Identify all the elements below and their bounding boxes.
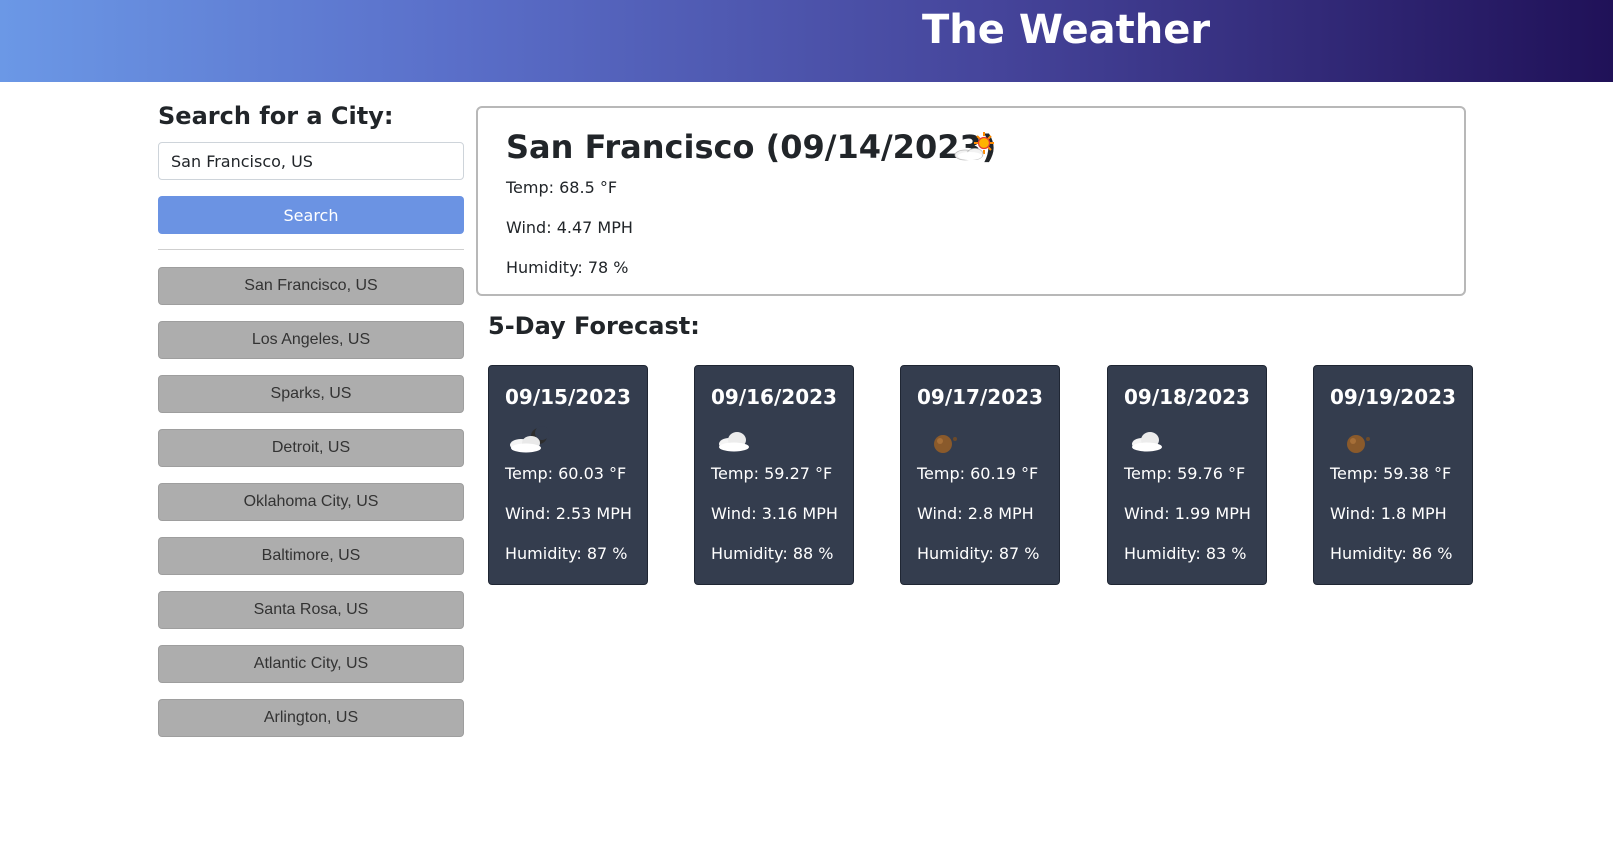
- forecast-temp: Temp: 59.27 °F: [711, 464, 833, 483]
- partly-cloudy-sun-icon: [952, 130, 996, 166]
- forecast-temp: Temp: 59.38 °F: [1330, 464, 1452, 483]
- current-humidity: Humidity: 78 %: [506, 258, 629, 277]
- history-button[interactable]: Baltimore, US: [158, 537, 464, 575]
- forecast-card: 09/19/2023 Temp: 59.38 °F Wind: 1.8 MPH …: [1313, 365, 1473, 585]
- forecast-wind: Wind: 2.53 MPH: [505, 504, 632, 523]
- history-button[interactable]: Oklahoma City, US: [158, 483, 464, 521]
- divider: [158, 249, 464, 250]
- history-button[interactable]: Arlington, US: [158, 699, 464, 737]
- history-button[interactable]: Los Angeles, US: [158, 321, 464, 359]
- forecast-humidity: Humidity: 87 %: [505, 544, 628, 563]
- current-wind: Wind: 4.47 MPH: [506, 218, 633, 237]
- forecast-temp: Temp: 60.03 °F: [505, 464, 627, 483]
- history-button[interactable]: San Francisco, US: [158, 267, 464, 305]
- search-history-list: San Francisco, US Los Angeles, US Sparks…: [158, 267, 464, 753]
- search-heading: Search for a City:: [158, 102, 394, 130]
- forecast-heading: 5-Day Forecast:: [488, 312, 700, 340]
- search-button[interactable]: Search: [158, 196, 464, 234]
- history-button[interactable]: Santa Rosa, US: [158, 591, 464, 629]
- cloudy-night-icon: [507, 424, 553, 458]
- forecast-wind: Wind: 3.16 MPH: [711, 504, 838, 523]
- history-button[interactable]: Atlantic City, US: [158, 645, 464, 683]
- forecast-humidity: Humidity: 87 %: [917, 544, 1040, 563]
- page-header: The Weather: [0, 0, 1613, 82]
- forecast-temp: Temp: 60.19 °F: [917, 464, 1039, 483]
- forecast-wind: Wind: 2.8 MPH: [917, 504, 1034, 523]
- clear-night-icon: [1332, 424, 1378, 458]
- forecast-humidity: Humidity: 83 %: [1124, 544, 1247, 563]
- cloud-icon: [713, 424, 759, 458]
- history-button[interactable]: Detroit, US: [158, 429, 464, 467]
- page-title: The Weather: [922, 7, 1211, 53]
- forecast-date: 09/18/2023: [1124, 385, 1250, 409]
- forecast-date: 09/17/2023: [917, 385, 1043, 409]
- history-button[interactable]: Sparks, US: [158, 375, 464, 413]
- current-city-heading: San Francisco (09/14/2023): [506, 128, 997, 166]
- city-search-input[interactable]: [158, 142, 464, 180]
- forecast-humidity: Humidity: 88 %: [711, 544, 834, 563]
- forecast-temp: Temp: 59.76 °F: [1124, 464, 1246, 483]
- forecast-card: 09/18/2023 Temp: 59.76 °F Wind: 1.99 MPH…: [1107, 365, 1267, 585]
- current-weather-card: San Francisco (09/14/2023) Temp: 68.5 °F…: [476, 106, 1466, 296]
- forecast-card: 09/17/2023 Temp: 60.19 °F Wind: 2.8 MPH …: [900, 365, 1060, 585]
- forecast-wind: Wind: 1.8 MPH: [1330, 504, 1447, 523]
- forecast-humidity: Humidity: 86 %: [1330, 544, 1453, 563]
- forecast-date: 09/15/2023: [505, 385, 631, 409]
- forecast-wind: Wind: 1.99 MPH: [1124, 504, 1251, 523]
- forecast-card: 09/16/2023 Temp: 59.27 °F Wind: 3.16 MPH…: [694, 365, 854, 585]
- current-temp: Temp: 68.5 °F: [506, 178, 618, 197]
- forecast-date: 09/19/2023: [1330, 385, 1456, 409]
- forecast-date: 09/16/2023: [711, 385, 837, 409]
- clear-night-icon: [919, 424, 965, 458]
- forecast-card: 09/15/2023 Temp: 60.03 °F Wind: 2.53 MPH…: [488, 365, 648, 585]
- cloud-icon: [1126, 424, 1172, 458]
